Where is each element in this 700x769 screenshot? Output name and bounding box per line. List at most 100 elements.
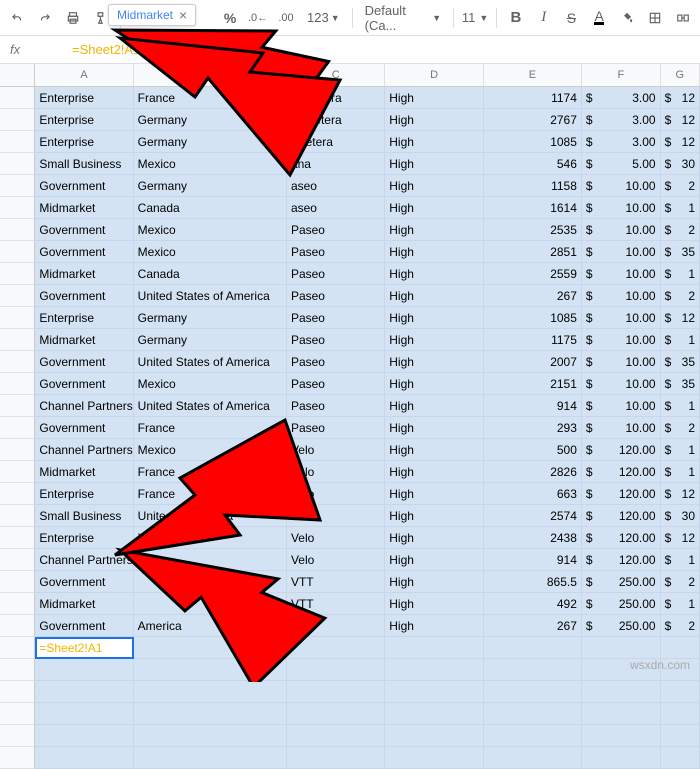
cell[interactable]: United States of America	[134, 351, 287, 373]
cell[interactable]: 2767	[484, 109, 582, 131]
cell[interactable]: $12	[661, 131, 700, 153]
cell[interactable]: $120.00	[582, 549, 661, 571]
row-header[interactable]	[0, 681, 35, 703]
cell[interactable]: $10.00	[582, 175, 661, 197]
cell[interactable]: $30	[661, 505, 700, 527]
cell[interactable]	[35, 725, 133, 747]
cell[interactable]	[134, 571, 287, 593]
cell[interactable]: Germany	[134, 329, 287, 351]
cell[interactable]: VTT	[287, 593, 385, 615]
cell[interactable]: $250.00	[582, 615, 661, 637]
cell[interactable]: High	[385, 439, 483, 461]
cell[interactable]: High	[385, 175, 483, 197]
cell[interactable]	[287, 681, 385, 703]
row-header[interactable]	[0, 439, 35, 461]
row-header[interactable]	[0, 703, 35, 725]
cell[interactable]: Small Business	[35, 505, 133, 527]
cell[interactable]: Government	[35, 417, 133, 439]
cell[interactable]	[385, 681, 483, 703]
formula-input[interactable]	[70, 41, 700, 58]
cell[interactable]: 267	[484, 615, 582, 637]
bold-button[interactable]: B	[503, 5, 529, 31]
cell[interactable]: Paseo	[287, 329, 385, 351]
cell[interactable]: 2574	[484, 505, 582, 527]
cell[interactable]: $10.00	[582, 329, 661, 351]
cell[interactable]: $1	[661, 439, 700, 461]
cell[interactable]: Mexico	[134, 219, 287, 241]
cell[interactable]: Paseo	[287, 307, 385, 329]
cell[interactable]: Channel Partners	[35, 395, 133, 417]
cell[interactable]: 2438	[484, 527, 582, 549]
cell[interactable]: $35	[661, 373, 700, 395]
tooltip-close-icon[interactable]: ×	[179, 8, 187, 22]
increase-decimal-button[interactable]: .00	[273, 5, 299, 31]
row-header[interactable]	[0, 461, 35, 483]
cell[interactable]	[661, 747, 700, 769]
cell[interactable]: High	[385, 615, 483, 637]
cell[interactable]: $3.00	[582, 87, 661, 109]
cell[interactable]: Enterprise	[35, 483, 133, 505]
cell[interactable]	[134, 659, 287, 681]
cell[interactable]: Germany	[134, 307, 287, 329]
cell[interactable]: High	[385, 373, 483, 395]
cell[interactable]: $120.00	[582, 483, 661, 505]
cell[interactable]: Paseo	[287, 395, 385, 417]
row-header[interactable]	[0, 505, 35, 527]
row-header[interactable]	[0, 329, 35, 351]
cell[interactable]	[484, 681, 582, 703]
cell[interactable]: VTT	[287, 615, 385, 637]
cell[interactable]: Carretera	[287, 87, 385, 109]
cell[interactable]: 865.5	[484, 571, 582, 593]
cell[interactable]: Government	[35, 175, 133, 197]
cell[interactable]	[484, 703, 582, 725]
cell[interactable]: Midmarket	[35, 329, 133, 351]
col-header-E[interactable]: E	[484, 64, 582, 86]
cell[interactable]: 2535	[484, 219, 582, 241]
row-header[interactable]	[0, 637, 35, 659]
cell[interactable]	[661, 681, 700, 703]
cell[interactable]	[134, 681, 287, 703]
cell[interactable]: $35	[661, 351, 700, 373]
cell[interactable]: 267	[484, 285, 582, 307]
cell[interactable]: High	[385, 527, 483, 549]
cell[interactable]: 2851	[484, 241, 582, 263]
cell[interactable]	[385, 725, 483, 747]
row-header[interactable]	[0, 241, 35, 263]
cell[interactable]: High	[385, 571, 483, 593]
cell[interactable]: Paseo	[287, 219, 385, 241]
row-header[interactable]	[0, 417, 35, 439]
cell[interactable]: Velo	[287, 527, 385, 549]
cell[interactable]: High	[385, 549, 483, 571]
cell[interactable]: High	[385, 109, 483, 131]
cell[interactable]: Midmarket	[35, 263, 133, 285]
cell[interactable]: $12	[661, 307, 700, 329]
strikethrough-button[interactable]: S	[559, 5, 585, 31]
cell[interactable]	[134, 747, 287, 769]
cell[interactable]	[484, 637, 582, 659]
cell[interactable]: Mexico	[134, 153, 287, 175]
row-header[interactable]	[0, 131, 35, 153]
cell[interactable]: 2826	[484, 461, 582, 483]
cell[interactable]	[35, 747, 133, 769]
cell[interactable]: 1085	[484, 131, 582, 153]
cell[interactable]	[287, 703, 385, 725]
cell[interactable]: $10.00	[582, 373, 661, 395]
cell[interactable]: High	[385, 395, 483, 417]
cell[interactable]: aseo	[287, 197, 385, 219]
cell[interactable]: Paseo	[287, 241, 385, 263]
cell[interactable]: $10.00	[582, 395, 661, 417]
row-header[interactable]	[0, 483, 35, 505]
cell[interactable]	[582, 703, 661, 725]
cell[interactable]: $10.00	[582, 219, 661, 241]
cell[interactable]: Paseo	[287, 263, 385, 285]
cell[interactable]	[661, 637, 700, 659]
cell[interactable]: Enterprise	[35, 87, 133, 109]
cell[interactable]	[134, 637, 287, 659]
cell[interactable]	[582, 681, 661, 703]
undo-button[interactable]	[4, 5, 30, 31]
cell[interactable]: Channel Partners	[35, 549, 133, 571]
cell[interactable]: $1	[661, 593, 700, 615]
cell[interactable]: High	[385, 483, 483, 505]
cell[interactable]	[582, 637, 661, 659]
row-header[interactable]	[0, 395, 35, 417]
